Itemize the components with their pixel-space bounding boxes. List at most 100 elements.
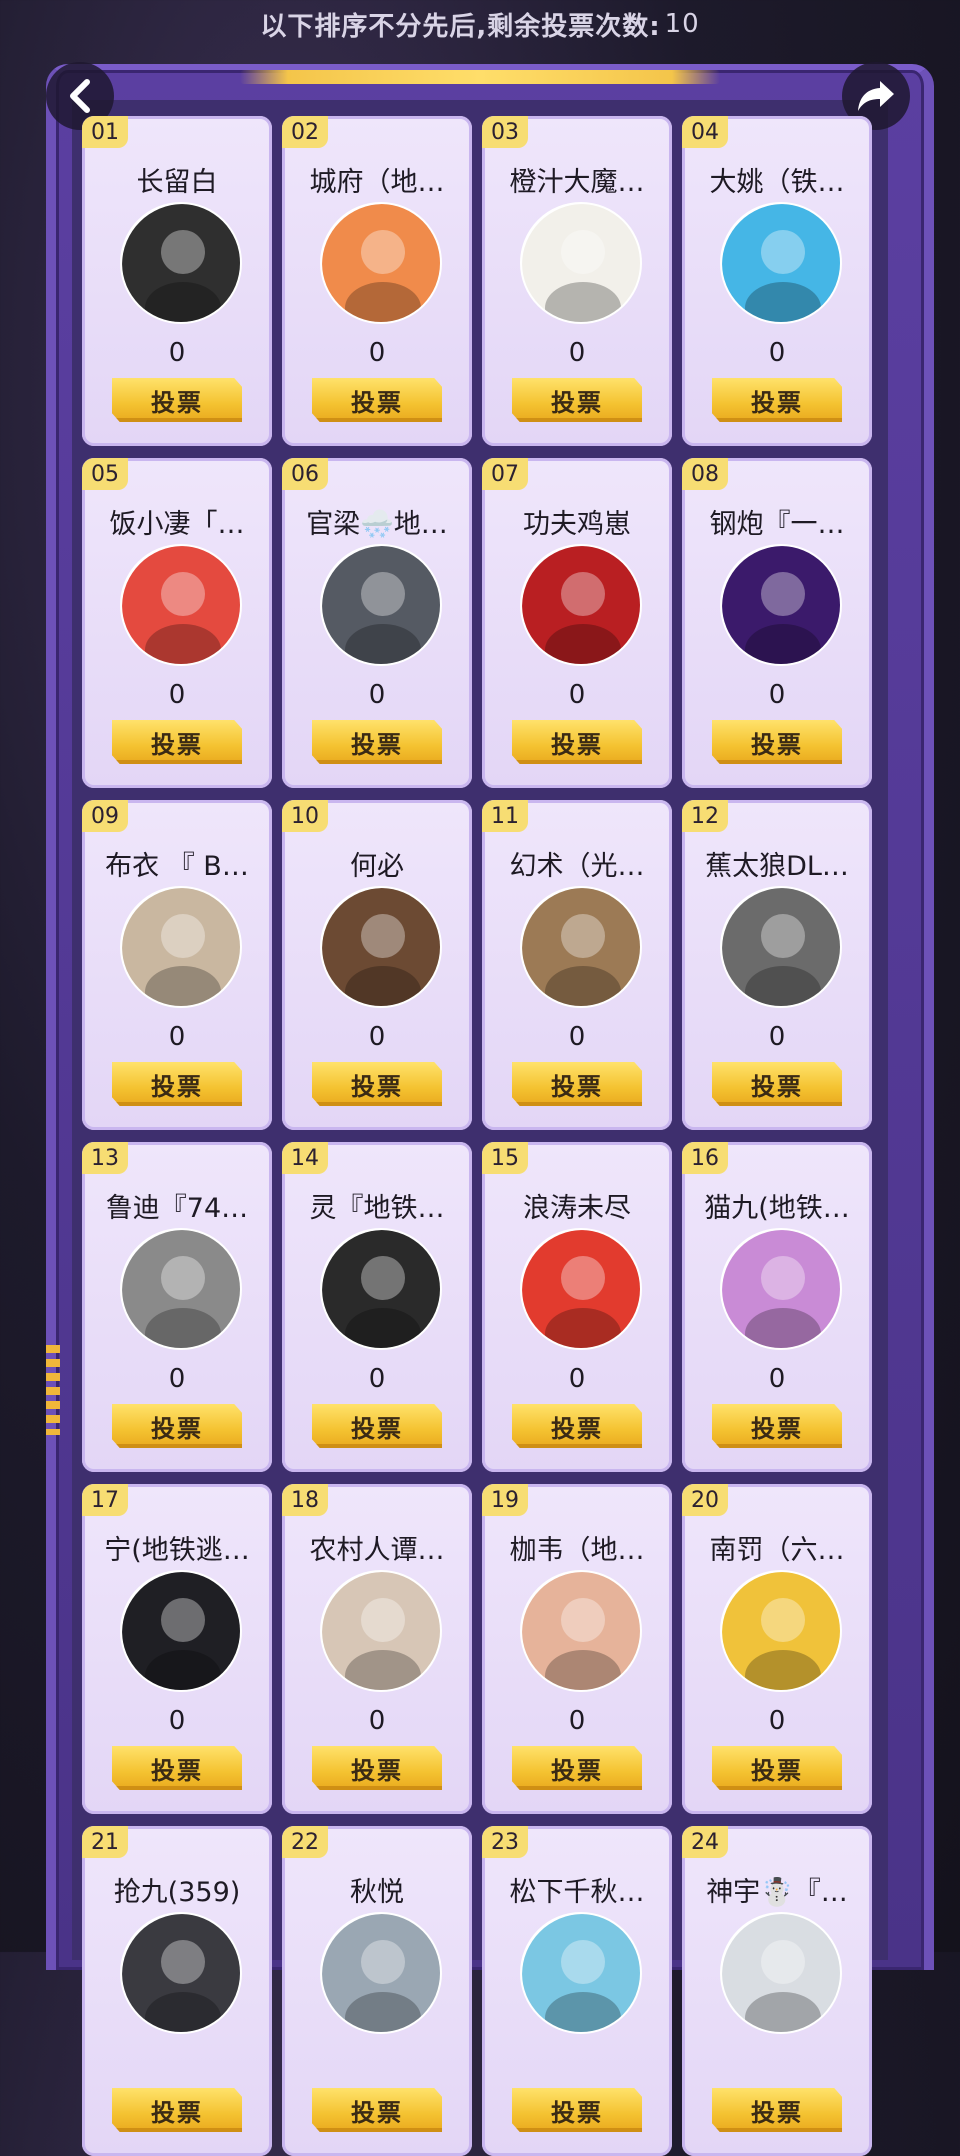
candidate-number: 24 — [682, 1826, 728, 1858]
candidate-name: 宁(地铁逃… — [104, 1535, 250, 1566]
vote-button-label: 投票 — [751, 388, 803, 417]
candidate-avatar — [320, 886, 442, 1008]
vote-button[interactable]: 投票 — [312, 1746, 442, 1790]
candidate-name: 何必 — [350, 851, 404, 882]
vote-button-label: 投票 — [551, 2098, 603, 2127]
vote-count: 0 — [368, 1364, 386, 1394]
candidate-number: 20 — [682, 1484, 728, 1516]
share-icon — [858, 81, 894, 111]
vote-button[interactable]: 投票 — [512, 378, 642, 422]
candidate-card: 10 何必 0 投票 — [282, 800, 472, 1130]
candidate-avatar — [120, 202, 242, 324]
vote-button[interactable]: 投票 — [512, 2088, 642, 2132]
candidate-card: 02 城府（地… 0 投票 — [282, 116, 472, 446]
vote-button-label: 投票 — [551, 1414, 603, 1443]
candidate-card: 20 南罚（六… 0 投票 — [682, 1484, 872, 1814]
candidate-card: 14 灵『地铁… 0 投票 — [282, 1142, 472, 1472]
vote-button[interactable]: 投票 — [112, 720, 242, 764]
vote-button[interactable]: 投票 — [712, 2088, 842, 2132]
candidate-avatar — [320, 1228, 442, 1350]
vote-count: 0 — [568, 680, 586, 710]
vote-button[interactable]: 投票 — [112, 1404, 242, 1448]
vote-button[interactable]: 投票 — [112, 1062, 242, 1106]
candidate-card: 22 秋悦 投票 — [282, 1826, 472, 2156]
back-arrow-icon — [70, 79, 90, 113]
vote-button[interactable]: 投票 — [512, 1746, 642, 1790]
vote-button[interactable]: 投票 — [712, 378, 842, 422]
candidate-name: 官梁🌨️地… — [306, 509, 448, 540]
vote-button[interactable]: 投票 — [112, 1746, 242, 1790]
vote-button[interactable]: 投票 — [512, 1404, 642, 1448]
candidate-number: 01 — [82, 116, 128, 148]
candidate-card: 19 枷韦（地… 0 投票 — [482, 1484, 672, 1814]
vote-button[interactable]: 投票 — [512, 720, 642, 764]
candidate-avatar — [720, 886, 842, 1008]
vote-button-label: 投票 — [551, 388, 603, 417]
candidate-card: 06 官梁🌨️地… 0 投票 — [282, 458, 472, 788]
vote-count: 0 — [768, 1022, 786, 1052]
candidate-name: 钢炮『一… — [709, 509, 845, 540]
vote-button-label: 投票 — [751, 2098, 803, 2127]
vote-button[interactable]: 投票 — [712, 1062, 842, 1106]
vote-count: 0 — [768, 1706, 786, 1736]
vote-button-label: 投票 — [751, 1072, 803, 1101]
vote-button-label: 投票 — [551, 730, 603, 759]
candidate-number: 11 — [482, 800, 528, 832]
candidate-number: 06 — [282, 458, 328, 490]
candidate-number: 09 — [82, 800, 128, 832]
candidate-card: 15 浪涛未尽 0 投票 — [482, 1142, 672, 1472]
vote-button[interactable]: 投票 — [312, 1062, 442, 1106]
candidate-name: 浪涛未尽 — [523, 1193, 631, 1224]
candidate-card: 05 饭小凄「… 0 投票 — [82, 458, 272, 788]
candidate-number: 12 — [682, 800, 728, 832]
vote-button[interactable]: 投票 — [312, 720, 442, 764]
candidate-card: 01 长留白 0 投票 — [82, 116, 272, 446]
candidate-card: 03 橙汁大魔… 0 投票 — [482, 116, 672, 446]
candidate-card: 23 松下千秋… 投票 — [482, 1826, 672, 2156]
vote-button-label: 投票 — [551, 1756, 603, 1785]
candidate-name: 抢九(359) — [113, 1877, 241, 1908]
vote-button-label: 投票 — [751, 1414, 803, 1443]
candidate-name: 布衣 『 B… — [105, 851, 249, 882]
candidate-number: 15 — [482, 1142, 528, 1174]
candidate-avatar — [120, 886, 242, 1008]
vote-button-label: 投票 — [151, 1072, 203, 1101]
vote-button-label: 投票 — [551, 1072, 603, 1101]
candidate-card: 16 猫九(地铁… 0 投票 — [682, 1142, 872, 1472]
candidate-number: 05 — [82, 458, 128, 490]
frame-side-stripe — [46, 1345, 60, 1435]
candidate-number: 04 — [682, 116, 728, 148]
vote-button[interactable]: 投票 — [312, 2088, 442, 2132]
vote-button[interactable]: 投票 — [712, 1404, 842, 1448]
candidate-name: 城府（地… — [309, 167, 445, 198]
vote-button[interactable]: 投票 — [512, 1062, 642, 1106]
candidate-card: 21 抢九(359) 投票 — [82, 1826, 272, 2156]
vote-button[interactable]: 投票 — [112, 2088, 242, 2132]
candidate-name: 猫九(地铁… — [704, 1193, 850, 1224]
candidate-card: 18 农村人谭… 0 投票 — [282, 1484, 472, 1814]
vote-count: 0 — [368, 1022, 386, 1052]
candidate-number: 07 — [482, 458, 528, 490]
candidate-name: 秋悦 — [350, 1877, 404, 1908]
vote-count: 0 — [168, 680, 186, 710]
candidate-name: 大姚（铁… — [709, 167, 845, 198]
candidate-avatar — [520, 886, 642, 1008]
vote-button[interactable]: 投票 — [312, 378, 442, 422]
candidate-number: 14 — [282, 1142, 328, 1174]
candidate-card: 13 鲁迪『74… 0 投票 — [82, 1142, 272, 1472]
candidate-number: 21 — [82, 1826, 128, 1858]
vote-button[interactable]: 投票 — [312, 1404, 442, 1448]
vote-button-label: 投票 — [151, 730, 203, 759]
vote-count: 0 — [168, 338, 186, 368]
vote-count: 0 — [568, 1364, 586, 1394]
vote-count: 0 — [768, 680, 786, 710]
vote-button[interactable]: 投票 — [712, 1746, 842, 1790]
candidate-number: 03 — [482, 116, 528, 148]
vote-count: 0 — [168, 1706, 186, 1736]
vote-button[interactable]: 投票 — [712, 720, 842, 764]
vote-button-label: 投票 — [351, 1756, 403, 1785]
candidate-avatar — [720, 1570, 842, 1692]
candidate-number: 08 — [682, 458, 728, 490]
vote-count: 0 — [168, 1022, 186, 1052]
vote-button[interactable]: 投票 — [112, 378, 242, 422]
